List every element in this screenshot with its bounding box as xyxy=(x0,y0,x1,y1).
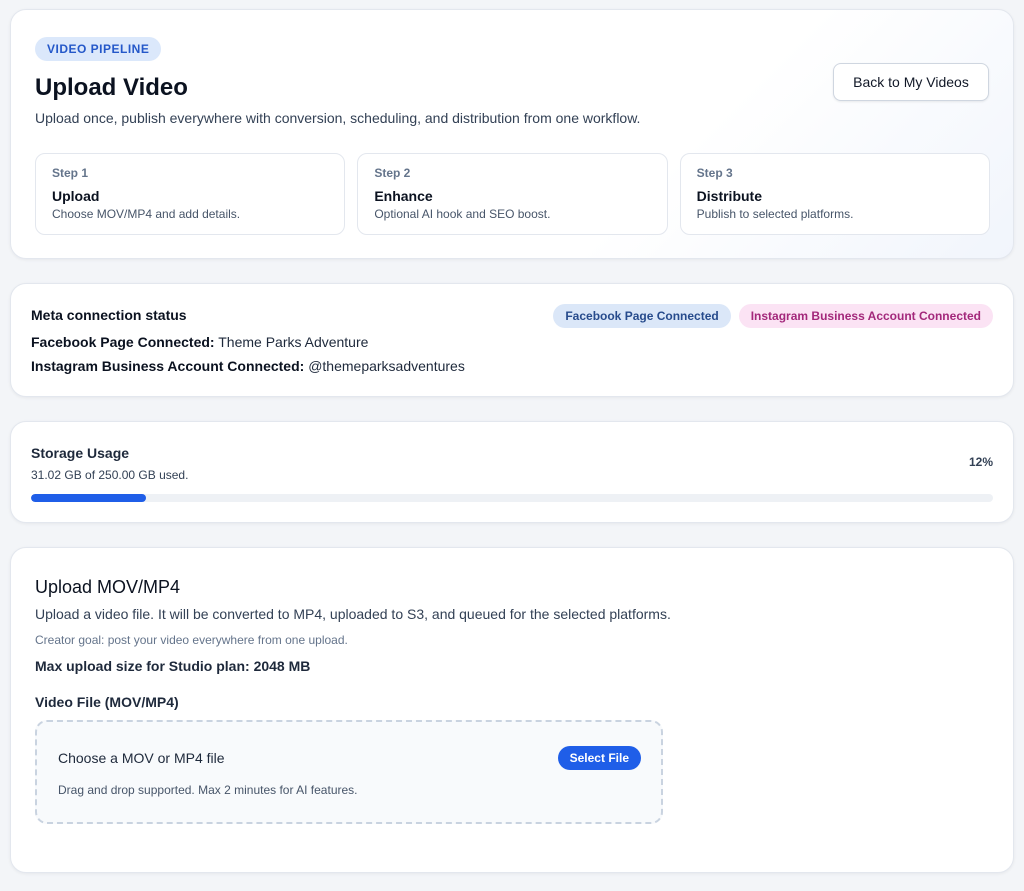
storage-detail: 31.02 GB of 250.00 GB used. xyxy=(31,468,189,482)
instagram-connection-label: Instagram Business Account Connected: xyxy=(31,358,305,374)
upload-form-card: Upload MOV/MP4 Upload a video file. It w… xyxy=(10,547,1014,873)
storage-progress-bar xyxy=(31,494,993,502)
facebook-page-name: Theme Parks Adventure xyxy=(218,334,369,350)
section-tag: VIDEO PIPELINE xyxy=(35,37,162,61)
storage-percent: 12% xyxy=(968,455,993,469)
step-title: Enhance xyxy=(374,188,433,204)
step-description: Publish to selected platforms. xyxy=(696,207,854,221)
instagram-account-name: @themeparksadventures xyxy=(308,358,465,374)
page-subtitle: Upload once, publish everywhere with con… xyxy=(35,110,641,126)
step-number: Step 1 xyxy=(52,166,89,180)
storage-progress-fill xyxy=(31,494,147,502)
meta-connection-title: Meta connection status xyxy=(31,307,187,323)
select-file-button[interactable]: Select File xyxy=(557,746,641,770)
instagram-connected-badge: Instagram Business Account Connected xyxy=(738,304,993,328)
facebook-connection-label: Facebook Page Connected: xyxy=(31,334,215,350)
meta-connection-card: Meta connection status Facebook Page Con… xyxy=(10,283,1014,397)
step-title: Distribute xyxy=(696,188,762,204)
video-file-label: Video File (MOV/MP4) xyxy=(35,694,179,710)
storage-title: Storage Usage xyxy=(31,445,130,461)
upload-header-card: VIDEO PIPELINE Upload Video Upload once,… xyxy=(10,9,1014,259)
page-title: Upload Video xyxy=(35,74,188,101)
video-dropzone[interactable]: Choose a MOV or MP4 file Drag and drop s… xyxy=(35,720,663,824)
step-description: Choose MOV/MP4 and add details. xyxy=(52,207,241,221)
facebook-connection-line: Facebook Page Connected: Theme Parks Adv… xyxy=(31,334,368,350)
workflow-steps: Step 1 Upload Choose MOV/MP4 and add det… xyxy=(35,153,990,235)
dropzone-title: Choose a MOV or MP4 file xyxy=(58,750,225,766)
step-title: Upload xyxy=(52,188,100,204)
step-description: Optional AI hook and SEO boost. xyxy=(374,207,551,221)
back-to-videos-button[interactable]: Back to My Videos xyxy=(833,63,989,101)
step-card-upload: Step 1 Upload Choose MOV/MP4 and add det… xyxy=(35,153,346,235)
creator-goal-note: Creator goal: post your video everywhere… xyxy=(35,633,348,647)
facebook-connected-badge: Facebook Page Connected xyxy=(553,304,731,328)
max-upload-size: Max upload size for Studio plan: 2048 MB xyxy=(35,658,311,674)
step-number: Step 2 xyxy=(374,166,411,180)
step-card-distribute: Step 3 Distribute Publish to selected pl… xyxy=(679,153,990,235)
step-number: Step 3 xyxy=(696,166,733,180)
dropzone-hint: Drag and drop supported. Max 2 minutes f… xyxy=(58,783,358,797)
connection-badges: Facebook Page Connected Instagram Busine… xyxy=(553,304,993,328)
upload-description: Upload a video file. It will be converte… xyxy=(35,606,671,622)
step-card-enhance: Step 2 Enhance Optional AI hook and SEO … xyxy=(357,153,668,235)
storage-usage-card: Storage Usage 31.02 GB of 250.00 GB used… xyxy=(10,421,1014,523)
upload-section-title: Upload MOV/MP4 xyxy=(35,577,181,597)
instagram-connection-line: Instagram Business Account Connected: @t… xyxy=(31,358,465,374)
